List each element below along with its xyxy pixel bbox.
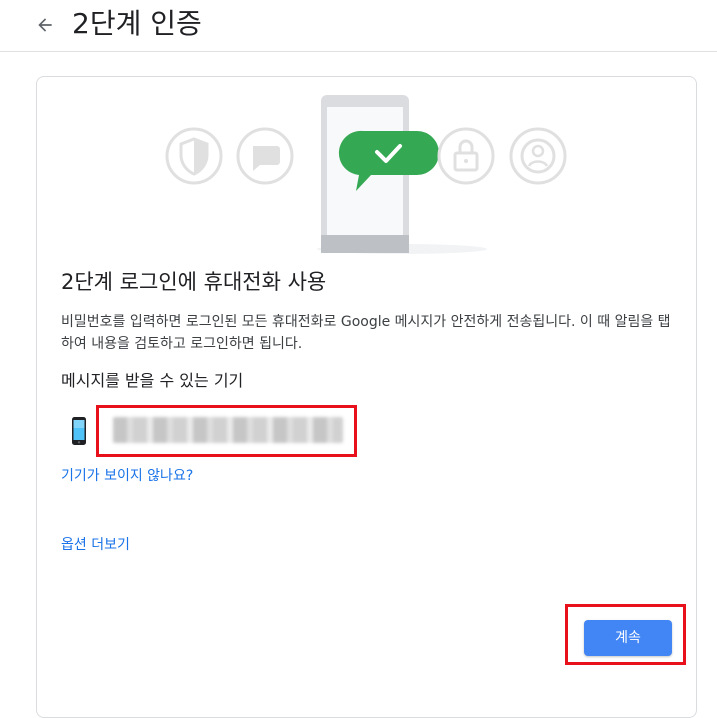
lock-icon	[437, 127, 495, 185]
page-header: 2단계 인증	[0, 0, 717, 52]
continue-button[interactable]: 계속	[584, 620, 672, 656]
card-description: 비밀번호를 입력하면 로그인된 모든 휴대전화로 Google 메시지가 안전하…	[61, 314, 671, 352]
back-button[interactable]	[30, 10, 60, 40]
shield-icon	[165, 127, 223, 185]
device-not-shown-link[interactable]: 기기가 보이지 않나요?	[61, 466, 193, 486]
arrow-back-icon	[38, 18, 52, 32]
account-icon	[509, 127, 567, 185]
devices-heading: 메시지를 받을 수 있는 기기	[61, 371, 244, 390]
phone-prompt-illustration	[165, 95, 567, 254]
page-title: 2단계 인증	[72, 7, 202, 40]
two-step-card: 2단계 로그인에 휴대전화 사용 비밀번호를 입력하면 로그인된 모든 휴대전화…	[36, 76, 697, 718]
card-heading: 2단계 로그인에 휴대전화 사용	[61, 270, 327, 294]
smartphone-icon	[72, 417, 86, 445]
more-options-link[interactable]: 옵션 더보기	[61, 535, 130, 555]
device-name: ████████ ████ ██████	[113, 417, 343, 443]
device-item[interactable]: ████████ ████ ██████	[61, 409, 381, 453]
chat-bubble-icon	[236, 127, 294, 185]
